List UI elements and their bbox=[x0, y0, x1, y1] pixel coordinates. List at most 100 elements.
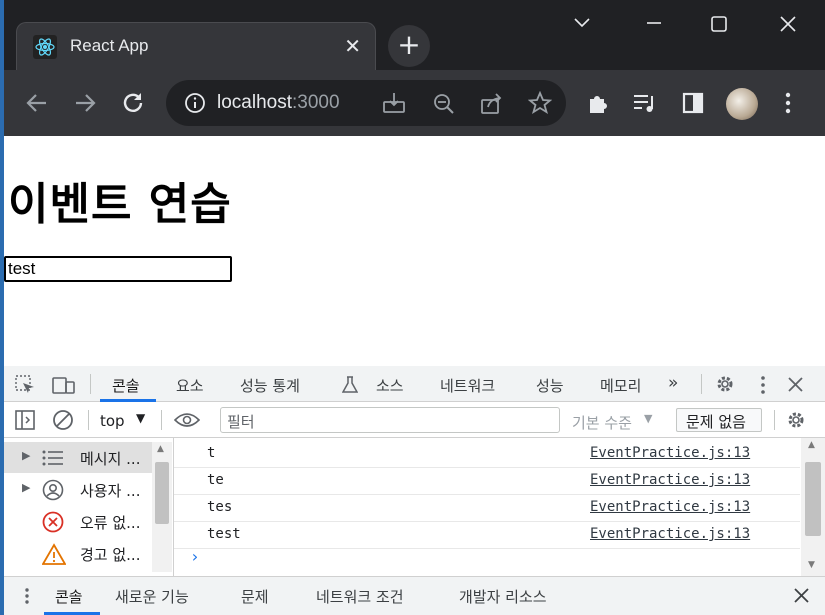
expand-arrow-icon[interactable]: ▶ bbox=[22, 449, 30, 462]
tab-react-app[interactable]: React App ✕ bbox=[16, 22, 376, 70]
drawer-tab-whats-new[interactable]: 새로운 기능 bbox=[115, 586, 189, 607]
experimental-flask-icon bbox=[342, 376, 358, 393]
share-icon[interactable] bbox=[480, 92, 504, 116]
sidebar-item-messages[interactable]: ▶ 메시지 ... bbox=[4, 442, 154, 473]
log-source-link[interactable]: EventPractice.js:13 bbox=[590, 445, 750, 461]
tab-elements[interactable]: 요소 bbox=[176, 375, 204, 396]
console-scrollbar[interactable]: ▲ ▼ bbox=[801, 438, 825, 576]
divider bbox=[161, 410, 162, 430]
log-source-link[interactable]: EventPractice.js:13 bbox=[590, 472, 750, 488]
sidebar-item-label: 메시지 ... bbox=[80, 450, 141, 468]
expand-arrow-icon[interactable]: ▶ bbox=[22, 481, 30, 494]
devtools-drawer: 콘솔 새로운 기능 문제 네트워크 조건 개발자 리소스 bbox=[4, 576, 825, 615]
site-info-icon[interactable] bbox=[184, 92, 206, 114]
console-prompt-chevron-icon[interactable]: › bbox=[190, 547, 200, 566]
more-tabs-chevron-icon[interactable]: » bbox=[668, 373, 678, 393]
maximize-icon[interactable] bbox=[710, 15, 728, 33]
sidebar-scroll-thumb[interactable] bbox=[155, 462, 169, 524]
log-message: test bbox=[207, 526, 241, 542]
log-row: test EventPractice.js:13 bbox=[174, 521, 800, 549]
log-level-dropdown-icon[interactable]: ▼ bbox=[644, 412, 652, 425]
more-menu-icon[interactable] bbox=[782, 91, 794, 115]
url-port: :3000 bbox=[292, 92, 340, 113]
install-app-icon[interactable] bbox=[382, 92, 406, 114]
drawer-tab-network-conditions[interactable]: 네트워크 조건 bbox=[316, 586, 404, 607]
scroll-up-icon[interactable]: ▲ bbox=[157, 444, 164, 454]
text-input[interactable] bbox=[4, 256, 232, 282]
back-arrow-icon[interactable] bbox=[24, 90, 50, 116]
warning-icon bbox=[42, 543, 66, 565]
drawer-tab-console[interactable]: 콘솔 bbox=[55, 586, 83, 607]
close-window-icon[interactable] bbox=[779, 15, 797, 33]
scroll-down-icon[interactable]: ▼ bbox=[808, 560, 815, 570]
console-filter-input[interactable]: 필터 bbox=[220, 407, 560, 433]
drawer-tab-issues[interactable]: 문제 bbox=[241, 586, 269, 607]
tab-console[interactable]: 콘솔 bbox=[112, 375, 140, 396]
tab-sources[interactable]: 소스 bbox=[376, 375, 404, 396]
minimize-icon[interactable] bbox=[644, 16, 664, 30]
console-sidebar: ▶ 메시지 ... ▶ 사용자 ... 오류 없... 경고 없... ▲ bbox=[4, 438, 174, 576]
zoom-out-icon[interactable] bbox=[432, 92, 456, 116]
forward-arrow-icon[interactable] bbox=[72, 90, 98, 116]
close-drawer-icon[interactable] bbox=[794, 588, 809, 603]
inspect-element-icon[interactable] bbox=[15, 375, 35, 395]
url-text: localhost:3000 bbox=[217, 92, 340, 114]
devtools-menu-icon[interactable] bbox=[758, 375, 768, 395]
profile-avatar[interactable] bbox=[726, 88, 758, 120]
settings-gear-icon[interactable] bbox=[715, 374, 735, 394]
log-message: t bbox=[207, 445, 216, 461]
tab-performance-insights[interactable]: 성능 통계 bbox=[240, 375, 300, 396]
divider bbox=[88, 410, 89, 430]
console-scroll-thumb[interactable] bbox=[805, 462, 821, 536]
tab-performance[interactable]: 성능 bbox=[536, 375, 564, 396]
context-selector[interactable]: top bbox=[100, 412, 125, 430]
context-dropdown-icon[interactable]: ▼ bbox=[136, 411, 145, 425]
address-bar[interactable]: localhost:3000 bbox=[166, 80, 566, 126]
device-toolbar-icon[interactable] bbox=[52, 375, 76, 395]
tab-search-chevron-icon[interactable] bbox=[572, 16, 592, 30]
new-tab-button[interactable]: + bbox=[388, 25, 430, 67]
issues-button[interactable]: 문제 없음 bbox=[676, 408, 762, 432]
log-message: tes bbox=[207, 499, 233, 515]
url-host: localhost bbox=[217, 92, 292, 113]
show-sidebar-icon[interactable] bbox=[15, 410, 35, 430]
devtools-panel: 콘솔 요소 성능 통계 소스 네트워크 성능 메모리 » top ▼ 필터 기본… bbox=[4, 366, 825, 615]
list-icon bbox=[42, 450, 63, 466]
react-logo-icon bbox=[33, 35, 57, 59]
sidebar-item-label: 사용자 ... bbox=[80, 482, 141, 500]
divider bbox=[774, 410, 775, 430]
bookmark-star-icon[interactable] bbox=[528, 91, 552, 115]
log-level-select[interactable]: 기본 수준 bbox=[572, 412, 632, 433]
divider bbox=[90, 374, 91, 394]
extensions-puzzle-icon[interactable] bbox=[586, 91, 610, 115]
log-source-link[interactable]: EventPractice.js:13 bbox=[590, 526, 750, 542]
drawer-menu-icon[interactable] bbox=[23, 587, 31, 605]
clear-console-icon[interactable] bbox=[52, 409, 74, 431]
reload-icon[interactable] bbox=[120, 90, 146, 116]
tab-network[interactable]: 네트워크 bbox=[440, 375, 495, 396]
user-circle-icon bbox=[42, 479, 64, 501]
error-icon bbox=[42, 511, 64, 533]
sidebar-item-label: 오류 없... bbox=[80, 514, 141, 532]
issues-label: 문제 없음 bbox=[686, 413, 746, 431]
sidebar-item-errors[interactable]: 오류 없... bbox=[4, 506, 154, 537]
sidebar-item-warnings[interactable]: 경고 없... bbox=[4, 538, 154, 569]
drawer-tab-developer-resources[interactable]: 개발자 리소스 bbox=[459, 586, 547, 607]
console-settings-gear-icon[interactable] bbox=[786, 410, 806, 430]
sidebar-scrollbar[interactable]: ▲ bbox=[152, 442, 172, 572]
sidebar-item-user-messages[interactable]: ▶ 사용자 ... bbox=[4, 474, 154, 505]
log-message: te bbox=[207, 472, 224, 488]
tab-title: React App bbox=[70, 36, 149, 55]
close-tab-icon[interactable]: ✕ bbox=[344, 34, 361, 58]
log-row: te EventPractice.js:13 bbox=[174, 467, 800, 495]
live-expression-eye-icon[interactable] bbox=[174, 411, 200, 429]
log-row: tes EventPractice.js:13 bbox=[174, 494, 800, 522]
page-viewport: 이벤트 연습 bbox=[4, 136, 825, 366]
tab-memory[interactable]: 메모리 bbox=[600, 375, 641, 396]
divider bbox=[701, 374, 702, 394]
scroll-up-icon[interactable]: ▲ bbox=[808, 440, 815, 450]
media-queue-icon[interactable] bbox=[632, 92, 658, 114]
side-panel-icon[interactable] bbox=[682, 92, 704, 114]
log-source-link[interactable]: EventPractice.js:13 bbox=[590, 499, 750, 515]
close-devtools-icon[interactable] bbox=[788, 377, 803, 392]
